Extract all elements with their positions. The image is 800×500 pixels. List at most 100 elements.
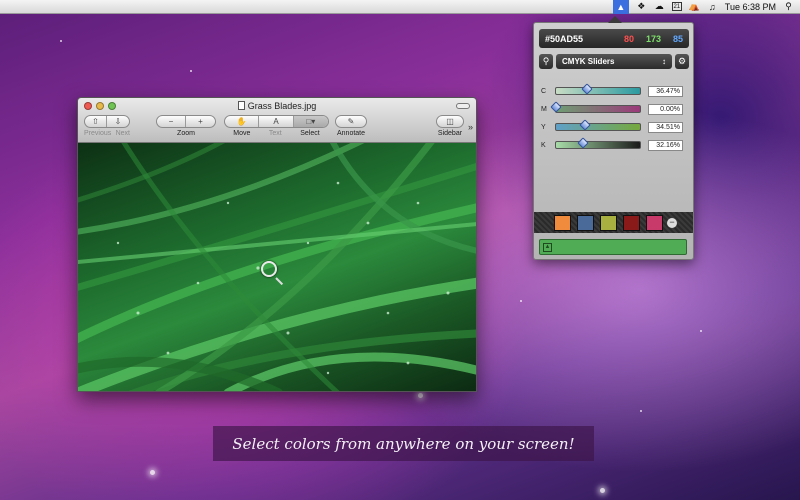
slider-track[interactable] [555,137,641,149]
saved-swatches: − [534,212,693,233]
color-picker-icon[interactable]: ▲ [612,0,629,14]
color-value-bar[interactable]: #50AD55 80 173 85 [539,29,689,48]
minus-icon: − [168,117,174,126]
remove-swatch-icon[interactable]: − [667,217,677,228]
star [640,410,642,412]
settings-button[interactable]: ⚙ [675,54,689,69]
select-arrows-icon: ↕ [662,57,666,66]
tools-segment: ✋ A □▾ [224,115,329,128]
move-tool-button[interactable]: ✋ [225,116,260,127]
star [190,70,192,72]
select-tool-button[interactable]: □▾ [293,116,328,127]
slider-row-y: Y 34.51% [539,119,689,135]
blue-value: 85 [672,33,683,44]
color-swatch[interactable] [577,214,594,231]
sidebar-label: Sidebar [437,130,463,137]
prev-next-segment: ⇧ ⇩ [84,115,130,128]
calendar-icon[interactable]: 21 [671,2,682,11]
slider-row-k: K 32.16% [539,137,689,153]
star [150,470,155,475]
color-loupe-cursor[interactable] [261,261,277,277]
grass-photo [78,143,476,391]
star [520,300,522,302]
add-swatch-icon[interactable]: ▲ [543,243,552,252]
zoom-in-button[interactable]: + [186,116,215,127]
toolbar-toggle-button[interactable] [456,103,470,109]
plus-icon: + [198,117,203,126]
sidebar-icon: ◫ [446,117,454,126]
marquee-icon: □▾ [306,117,316,126]
annotate-group: ✎ Annotate [335,115,367,137]
slider-track[interactable] [550,101,641,113]
mode-select[interactable]: CMYK Sliders ↕ [556,54,672,69]
next-button[interactable]: ⇩ [107,116,129,127]
sidebar-group: ◫ Sidebar [436,115,464,137]
zoom-out-button[interactable]: − [157,116,187,127]
star [418,393,423,398]
annotate-label: Annotate [336,130,366,137]
text-cursor-icon: A [273,117,279,126]
search-icon[interactable]: ⚲ [783,1,794,12]
green-value: 173 [645,33,661,44]
sidebar-button[interactable]: ◫ [437,116,463,127]
select-label: Select [300,130,320,137]
star [60,40,62,42]
text-label: Text [268,130,282,137]
slider-row-c: C 36.47% [539,83,689,99]
slider-row-m: M 0.00% [539,101,689,117]
text-tool-button[interactable]: A [259,116,294,127]
zoom-group: − + Zoom [156,115,216,137]
zoom-segment: − + [156,115,216,128]
slider-value-field[interactable]: 34.51% [648,121,683,133]
gear-icon: ⚙ [677,56,687,66]
document-icon [237,101,245,110]
slider-value-field[interactable]: 32.16% [648,139,683,151]
magnifier-icon: ⚲ [542,56,550,66]
grass-blades-image [78,143,476,391]
color-picker-panel: #50AD55 80 173 85 ⚲ CMYK Sliders ↕ ⚙ C 3… [533,16,694,260]
next-label: Next [115,130,130,137]
cmyk-sliders: C 36.47% M 0.00% Y 34.51% K 32.16% [539,83,689,155]
color-swatch[interactable] [600,214,617,231]
hand-icon: ✋ [236,117,247,126]
hex-value[interactable]: #50AD55 [545,34,624,44]
volume-icon[interactable]: ♫ [707,1,718,12]
slider-value-field[interactable]: 0.00% [648,103,683,115]
slider-label: Y [541,123,546,131]
window-titlebar[interactable]: Grass Blades.jpg ⇧ ⇩ Previous Next − + Z… [78,98,476,143]
annotate-button[interactable]: ✎ [336,116,366,127]
previous-label: Previous [84,130,112,137]
annotate-segment: ✎ [335,115,367,128]
slider-value-field[interactable]: 36.47% [648,85,683,97]
promo-caption: Select colors from anywhere on your scre… [213,426,594,461]
toolbar-overflow-icon[interactable]: » [468,122,473,132]
move-label: Move [233,130,251,137]
color-swatch[interactable] [623,214,640,231]
slider-track[interactable] [555,83,641,95]
zoom-label: Zoom [177,130,195,137]
slider-track[interactable] [555,119,641,131]
cloud-icon[interactable]: ☁ [654,1,665,12]
color-swatch[interactable] [646,214,663,231]
slider-knob[interactable] [577,137,589,149]
caption-text: Select colors from anywhere on your scre… [232,434,575,453]
wifi-icon[interactable]: ⛺ [689,1,700,12]
sidebar-segment: ◫ [436,115,464,128]
menu-clock[interactable]: Tue 6:38 PM [725,2,776,12]
slider-knob[interactable] [580,83,593,95]
color-swatch[interactable] [554,214,571,231]
arrow-up-icon: ⇧ [92,117,99,126]
red-value: 80 [623,33,634,44]
window-title-text: Grass Blades.jpg [247,101,317,111]
nav-group: ⇧ ⇩ Previous Next [84,115,130,137]
magnifier-button[interactable]: ⚲ [539,54,553,69]
menu-bar: ▲ ❖ ☁ 21 ⛺ ♫ Tue 6:38 PM ⚲ [0,0,800,14]
slider-knob[interactable] [579,119,591,131]
current-color-well[interactable]: ▲ [539,239,687,255]
dropbox-icon[interactable]: ❖ [636,1,647,12]
mode-select-label: CMYK Sliders [562,57,615,66]
slider-label: K [541,141,546,149]
previous-button[interactable]: ⇧ [85,116,108,127]
window-title: Grass Blades.jpg [78,101,476,111]
star [700,330,702,332]
